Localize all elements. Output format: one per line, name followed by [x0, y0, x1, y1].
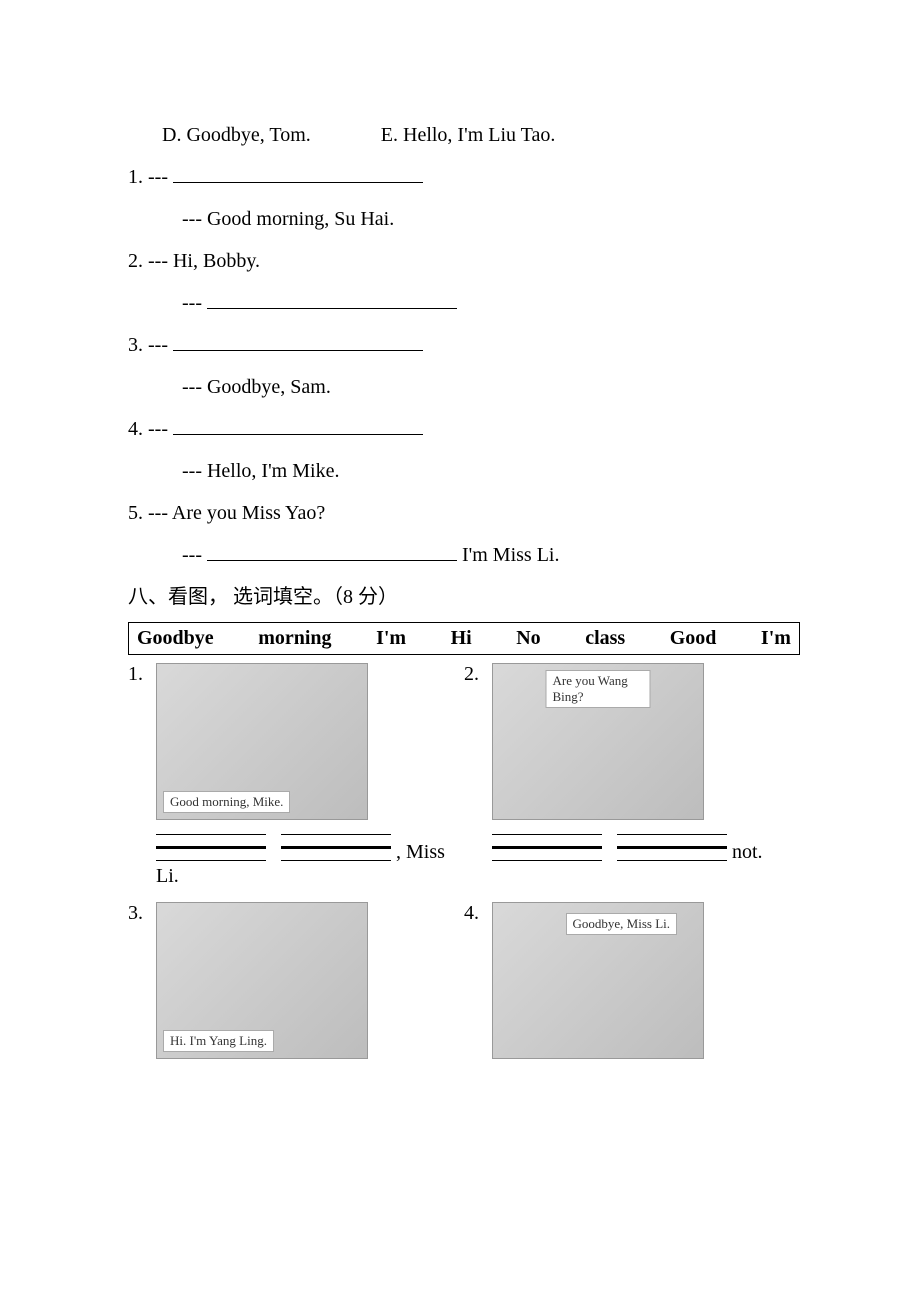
- q2-reply: ---: [182, 292, 202, 314]
- pic2-blank-b[interactable]: [617, 826, 727, 864]
- pic1-fill: , Miss Li.: [156, 826, 460, 888]
- pic3-image: Hi. I'm Yang Ling.: [156, 902, 368, 1059]
- pic2-image: Are you Wang Bing?: [492, 663, 704, 820]
- pic-cell-4: 4. Goodbye, Miss Li.: [464, 898, 800, 1069]
- pic1-caption: Good morning, Mike.: [163, 791, 290, 813]
- q5-line1: 5. --- Are you Miss Yao?: [128, 496, 800, 530]
- q2-reply-row: ---: [128, 286, 800, 320]
- option-d: D. Goodbye, Tom.: [162, 124, 311, 146]
- word-bank: Goodbye morning I'm Hi No class Good I'm: [128, 622, 800, 655]
- pic3-num: 3.: [128, 902, 156, 925]
- q5-blank[interactable]: [207, 539, 457, 561]
- pic1-image: Good morning, Mike.: [156, 663, 368, 820]
- q4-num: 4. ---: [128, 418, 168, 440]
- q1-line1: 1. ---: [128, 160, 800, 194]
- pic2-tail: not.: [732, 841, 763, 863]
- q4-blank[interactable]: [173, 413, 423, 435]
- pic2-num: 2.: [464, 663, 492, 686]
- word-bank-item: Good: [670, 627, 717, 650]
- q5-reply-row: --- I'm Miss Li.: [128, 538, 800, 572]
- word-bank-item: I'm: [761, 627, 791, 650]
- word-bank-item: I'm: [376, 627, 406, 650]
- q3-blank[interactable]: [173, 329, 423, 351]
- pic4-caption: Goodbye, Miss Li.: [566, 913, 678, 935]
- q5-tail: I'm Miss Li.: [462, 544, 560, 566]
- q3-line1: 3. ---: [128, 328, 800, 362]
- word-bank-item: class: [585, 627, 625, 650]
- pic4-image: Goodbye, Miss Li.: [492, 902, 704, 1059]
- pic1-blank-b[interactable]: [281, 826, 391, 864]
- q4-reply: --- Hello, I'm Mike.: [128, 454, 800, 488]
- pic-cell-1: 1. Good morning, Mike. , Miss Li.: [128, 659, 464, 898]
- pic4-num: 4.: [464, 902, 492, 925]
- word-bank-item: morning: [258, 627, 331, 650]
- pic2-blank-a[interactable]: [492, 826, 602, 864]
- pic3-caption: Hi. I'm Yang Ling.: [163, 1030, 274, 1052]
- q1-blank[interactable]: [173, 161, 423, 183]
- pic-cell-3: 3. Hi. I'm Yang Ling.: [128, 898, 464, 1069]
- picture-grid: 1. Good morning, Mike. , Miss Li. 2. Are…: [128, 659, 800, 1069]
- q5-reply: ---: [182, 544, 202, 566]
- pic1-blank-a[interactable]: [156, 826, 266, 864]
- q1-reply: --- Good morning, Su Hai.: [128, 202, 800, 236]
- word-bank-item: No: [516, 627, 540, 650]
- options-row: D. Goodbye, Tom. E. Hello, I'm Liu Tao.: [128, 118, 800, 152]
- q3-reply: --- Goodbye, Sam.: [128, 370, 800, 404]
- pic2-fill: not.: [492, 826, 796, 864]
- q2-line1: 2. --- Hi, Bobby.: [128, 244, 800, 278]
- q3-num: 3. ---: [128, 334, 168, 356]
- pic1-num: 1.: [128, 663, 156, 686]
- q4-line1: 4. ---: [128, 412, 800, 446]
- option-e: E. Hello, I'm Liu Tao.: [381, 124, 556, 146]
- section-8-title: 八、看图， 选词填空。（8 分）: [128, 580, 800, 614]
- word-bank-item: Goodbye: [137, 627, 214, 650]
- q2-blank[interactable]: [207, 287, 457, 309]
- q1-num: 1. ---: [128, 166, 168, 188]
- pic-cell-2: 2. Are you Wang Bing? not.: [464, 659, 800, 898]
- word-bank-item: Hi: [451, 627, 472, 650]
- pic2-caption: Are you Wang Bing?: [546, 670, 651, 708]
